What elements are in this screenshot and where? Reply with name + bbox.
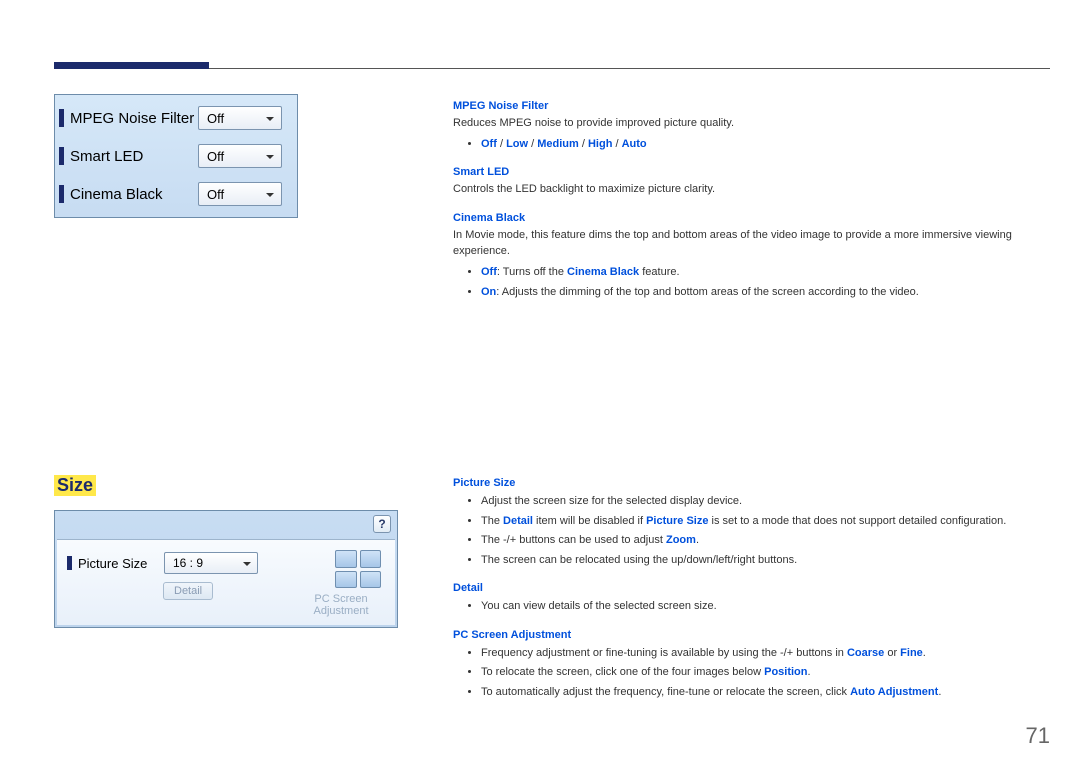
section-heading-size: Size [54,475,96,496]
heading-detail: Detail [453,582,1050,594]
text: . [696,534,699,546]
row-mpeg-noise-filter: MPEG Noise Filter Off [59,99,293,137]
chevron-down-icon [265,190,275,200]
keyword-zoom: Zoom [666,534,696,546]
dropdown-smart-led[interactable]: Off [198,144,282,168]
list-item: The -/+ buttons can be used to adjust Zo… [481,532,1050,549]
list-item: Off / Low / Medium / High / Auto [481,136,1050,153]
list-item: You can view details of the selected scr… [481,598,1050,615]
text: or [884,647,900,659]
settings-panel-size: ? Picture Size 16 : 9 Detail PC Screen A… [54,510,398,628]
text: To relocate the screen, click one of the… [481,666,764,678]
chevron-down-icon [242,559,252,569]
dropdown-mpeg-noise[interactable]: Off [198,106,282,130]
dropdown-value: Off [207,187,224,202]
option-off: Off [481,266,497,278]
dropdown-value: 16 : 9 [173,556,203,570]
text: Frequency adjustment or fine-tuning is a… [481,647,847,659]
dropdown-cinema-black[interactable]: Off [198,182,282,206]
row-marker-icon [59,185,64,203]
option-medium: Medium [537,138,579,150]
text: The [481,515,503,527]
position-grid-icon[interactable] [335,550,381,588]
text-mpeg-desc: Reduces MPEG noise to provide improved p… [453,116,1050,132]
keyword-position: Position [764,666,807,678]
keyword-detail: Detail [503,515,533,527]
text: PC Screen [314,593,367,605]
heading-cinema-black: Cinema Black [453,212,1050,224]
text: . [808,666,811,678]
text: : Adjusts the dimming of the top and bot… [496,286,919,298]
row-smart-led: Smart LED Off [59,137,293,175]
description-column-lower: Picture Size Adjust the screen size for … [453,477,1050,714]
dropdown-picture-size[interactable]: 16 : 9 [164,552,258,574]
list-item: The Detail item will be disabled if Pict… [481,513,1050,530]
heading-picture-size: Picture Size [453,477,1050,489]
text: To automatically adjust the frequency, f… [481,686,850,698]
sep: / [497,138,506,150]
heading-mpeg-noise-filter: MPEG Noise Filter [453,100,1050,112]
text: : Turns off the [497,266,567,278]
list-item: On: Adjusts the dimming of the top and b… [481,284,1050,301]
keyword-coarse: Coarse [847,647,884,659]
row-label: Cinema Black [70,186,198,203]
sep: / [528,138,537,150]
text: . [938,686,941,698]
sep: / [612,138,621,150]
text: is set to a mode that does not support d… [708,515,1006,527]
keyword-auto-adjustment: Auto Adjustment [850,686,938,698]
row-marker-icon [67,556,72,570]
sep: / [579,138,588,150]
keyword-fine: Fine [900,647,923,659]
heading-pc-screen-adjustment: PC Screen Adjustment [453,629,1050,641]
heading-smart-led: Smart LED [453,166,1050,178]
settings-panel-noise: MPEG Noise Filter Off Smart LED Off Cine… [54,94,298,218]
help-button[interactable]: ? [373,515,391,533]
pc-screen-adjustment-label: PC Screen Adjustment [301,593,381,617]
list-item: The screen can be relocated using the up… [481,552,1050,569]
row-label: MPEG Noise Filter [70,110,198,127]
option-auto: Auto [622,138,647,150]
keyword-picture-size: Picture Size [646,515,708,527]
text: . [923,647,926,659]
row-label: Picture Size [78,556,164,571]
text: Adjustment [313,605,368,617]
list-item: To automatically adjust the frequency, f… [481,684,1050,701]
option-low: Low [506,138,528,150]
list-item: Adjust the screen size for the selected … [481,493,1050,510]
row-marker-icon [59,109,64,127]
feature-name: Cinema Black [567,266,639,278]
panel-inner: Picture Size 16 : 9 Detail PC Screen Adj… [57,539,395,625]
row-marker-icon [59,147,64,165]
text: item will be disabled if [533,515,646,527]
description-column-upper: MPEG Noise Filter Reduces MPEG noise to … [453,100,1050,314]
dropdown-value: Off [207,149,224,164]
list-item: Off: Turns off the Cinema Black feature. [481,264,1050,281]
chevron-down-icon [265,152,275,162]
option-high: High [588,138,612,150]
row-cinema-black: Cinema Black Off [59,175,293,213]
text: The -/+ buttons can be used to adjust [481,534,666,546]
chevron-down-icon [265,114,275,124]
list-item: Frequency adjustment or fine-tuning is a… [481,645,1050,662]
option-on: On [481,286,496,298]
text-cinema-black-desc: In Movie mode, this feature dims the top… [453,228,1050,260]
list-item: To relocate the screen, click one of the… [481,664,1050,681]
text-smart-led-desc: Controls the LED backlight to maximize p… [453,182,1050,198]
header-accent-bar [54,62,209,69]
row-label: Smart LED [70,148,198,165]
dropdown-value: Off [207,111,224,126]
page-number: 71 [1026,723,1050,749]
detail-button[interactable]: Detail [163,582,213,600]
text: feature. [639,266,679,278]
option-off: Off [481,138,497,150]
